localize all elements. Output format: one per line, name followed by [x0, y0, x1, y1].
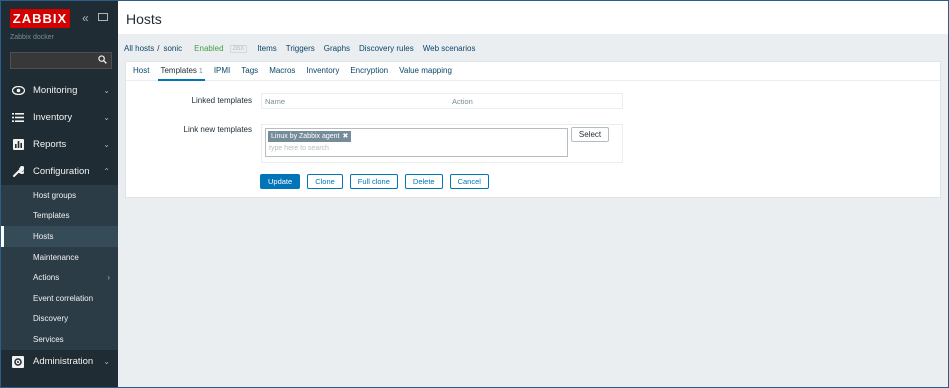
link-items[interactable]: Items [257, 44, 277, 53]
link-new-templates-label: Link new templates [183, 125, 252, 134]
remove-tag-icon[interactable]: ✖ [343, 133, 349, 140]
bar-chart-icon [11, 138, 25, 152]
eye-icon [11, 84, 25, 98]
search-icon[interactable] [98, 55, 107, 64]
submenu-discovery[interactable]: Discovery [1, 309, 118, 330]
templates-multiselect[interactable]: Linux by Zabbix agent ✖ type here to sear… [265, 128, 568, 157]
full-clone-button[interactable]: Full clone [349, 174, 398, 189]
zbx-availability-badge: ZBX [229, 44, 248, 53]
tab-count: 1 [198, 68, 203, 75]
list-icon [11, 111, 25, 125]
select-button[interactable]: Select [571, 127, 609, 142]
server-name: Zabbix docker [10, 34, 54, 41]
link-triggers[interactable]: Triggers [286, 44, 315, 53]
chevron-down-icon: ⌄ [103, 86, 110, 95]
tag-label: Linux by Zabbix agent [271, 133, 340, 140]
sidebar-search-input[interactable] [10, 52, 112, 69]
tab-ipmi[interactable]: IPMI [214, 62, 230, 80]
zabbix-logo[interactable]: ZABBIX [10, 9, 70, 28]
submenu-label: Actions [33, 273, 60, 283]
gear-icon [11, 355, 25, 369]
breadcrumb-separator: / [157, 44, 160, 53]
menu-monitoring[interactable]: Monitoring ⌄ [1, 77, 118, 104]
menu-inventory[interactable]: Inventory ⌄ [1, 104, 118, 131]
submenu-hosts[interactable]: Hosts [1, 226, 118, 247]
tab-inventory[interactable]: Inventory [306, 62, 339, 80]
form-tabs: Host Templates 1 IPMI Tags Macros Invento… [126, 62, 940, 81]
linked-templates-table: Name Action [261, 93, 623, 109]
chevron-down-icon: ⌄ [103, 113, 110, 122]
menu-label: Administration [33, 356, 94, 367]
menu-administration[interactable]: Administration ⌄ [1, 348, 118, 375]
tab-encryption[interactable]: Encryption [350, 62, 388, 80]
collapse-sidebar-icon[interactable]: « [82, 11, 89, 25]
sidebar: ZABBIX « Zabbix docker Monitoring ⌄ Inve… [1, 1, 118, 387]
clone-button[interactable]: Clone [307, 174, 343, 189]
configuration-submenu: Host groups Templates Hosts Maintenance … [1, 185, 118, 350]
submenu-services[interactable]: Services [1, 329, 118, 350]
submenu-actions[interactable]: Actions › [1, 267, 118, 288]
menu-reports[interactable]: Reports ⌄ [1, 131, 118, 158]
template-search-input[interactable]: type here to search [269, 145, 329, 152]
tab-templates[interactable]: Templates 1 [158, 62, 206, 81]
tab-macros[interactable]: Macros [269, 62, 295, 80]
status-badge: Enabled [194, 44, 224, 53]
chevron-up-icon: ⌃ [103, 167, 110, 176]
menu-label: Configuration [33, 166, 90, 177]
linked-templates-label: Linked templates [191, 96, 252, 105]
page-title: Hosts [126, 11, 162, 27]
tab-tags[interactable]: Tags [241, 62, 258, 80]
form-buttons: Update Clone Full clone Delete Cancel [260, 174, 496, 189]
kiosk-mode-icon[interactable] [98, 13, 108, 21]
column-header-name: Name [265, 97, 286, 106]
header-bar: Hosts [118, 1, 948, 34]
tab-value-mapping[interactable]: Value mapping [399, 62, 452, 80]
menu-label: Inventory [33, 112, 73, 123]
link-web-scenarios[interactable]: Web scenarios [423, 44, 476, 53]
menu-bottom: Administration ⌄ [1, 348, 118, 375]
menu-configuration[interactable]: Configuration ⌃ [1, 158, 118, 185]
update-button[interactable]: Update [260, 174, 301, 189]
menu-label: Reports [33, 139, 67, 150]
breadcrumb-all-hosts[interactable]: All hosts [124, 44, 154, 53]
breadcrumb-host-sonic[interactable]: sonic [163, 44, 182, 53]
submenu-templates[interactable]: Templates [1, 206, 118, 227]
link-graphs[interactable]: Graphs [324, 44, 350, 53]
host-form: Host Templates 1 IPMI Tags Macros Invento… [125, 61, 941, 198]
link-discovery-rules[interactable]: Discovery rules [359, 44, 414, 53]
delete-button[interactable]: Delete [404, 174, 443, 189]
main-menu: Monitoring ⌄ Inventory ⌄ Reports ⌄ Confi… [1, 77, 118, 350]
tab-label: Templates [160, 66, 197, 75]
submenu-maintenance[interactable]: Maintenance [1, 247, 118, 268]
column-header-action: Action [452, 97, 473, 106]
breadcrumb: All hosts / sonic Enabled ZBX Items Trig… [124, 40, 484, 57]
submenu-event-correlation[interactable]: Event correlation [1, 288, 118, 309]
main-content: Hosts All hosts / sonic Enabled ZBX Item… [118, 1, 948, 387]
sidebar-header: ZABBIX « [10, 9, 110, 29]
submenu-host-groups[interactable]: Host groups [1, 185, 118, 206]
wrench-icon [11, 165, 25, 179]
tab-host[interactable]: Host [133, 62, 149, 80]
link-new-templates-container: Linux by Zabbix agent ✖ type here to sear… [261, 124, 623, 163]
menu-label: Monitoring [33, 85, 78, 96]
chevron-right-icon: › [107, 273, 110, 283]
chevron-down-icon: ⌄ [103, 357, 110, 366]
chevron-down-icon: ⌄ [103, 140, 110, 149]
selected-template-tag: Linux by Zabbix agent ✖ [268, 131, 352, 142]
cancel-button[interactable]: Cancel [449, 174, 489, 189]
